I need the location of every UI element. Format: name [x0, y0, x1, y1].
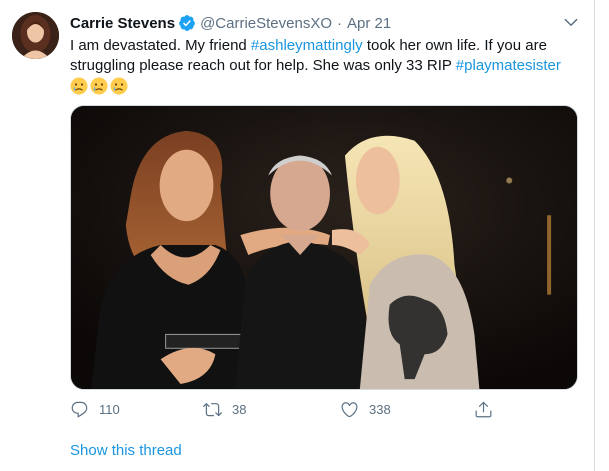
retweet-button[interactable]: 38 [203, 400, 246, 419]
chevron-down-icon[interactable] [562, 13, 580, 31]
tweet-header: Carrie Stevens @CarrieStevensXO · Apr 21 [70, 13, 391, 33]
reply-count: 110 [99, 402, 120, 417]
tweet-card[interactable]: Carrie Stevens @CarrieStevensXO · Apr 21… [0, 0, 595, 471]
share-button[interactable] [474, 400, 503, 419]
tweet-text-part: I am devastated. My friend [70, 37, 251, 54]
hashtag-link[interactable]: #playmatesister [456, 57, 561, 74]
tweet-date[interactable]: Apr 21 [347, 15, 391, 32]
separator-dot: · [337, 14, 343, 32]
author-avatar[interactable] [12, 12, 59, 59]
crying-face-emoji-icon [70, 77, 88, 95]
tweet-photo[interactable] [70, 105, 578, 390]
verified-badge-icon [178, 14, 196, 32]
crying-face-emoji-icon [110, 77, 128, 95]
hashtag-link[interactable]: #ashleymattingly [251, 37, 363, 54]
crying-face-emoji-icon [90, 77, 108, 95]
retweet-count: 38 [232, 402, 247, 417]
emoji-row [70, 77, 575, 95]
like-button[interactable]: 338 [340, 400, 391, 419]
tweet-actions: 110 38 338 [70, 400, 510, 422]
share-icon [475, 401, 492, 418]
show-thread-link[interactable]: Show this thread [70, 442, 182, 459]
retweet-icon [203, 403, 222, 417]
author-handle[interactable]: @CarrieStevensXO [200, 15, 332, 32]
reply-button[interactable]: 110 [70, 400, 120, 419]
reply-icon [71, 401, 88, 418]
heart-icon [341, 402, 358, 418]
like-count: 338 [369, 402, 391, 417]
author-name[interactable]: Carrie Stevens [70, 15, 175, 32]
tweet-body: I am devastated. My friend #ashleymattin… [70, 36, 575, 95]
